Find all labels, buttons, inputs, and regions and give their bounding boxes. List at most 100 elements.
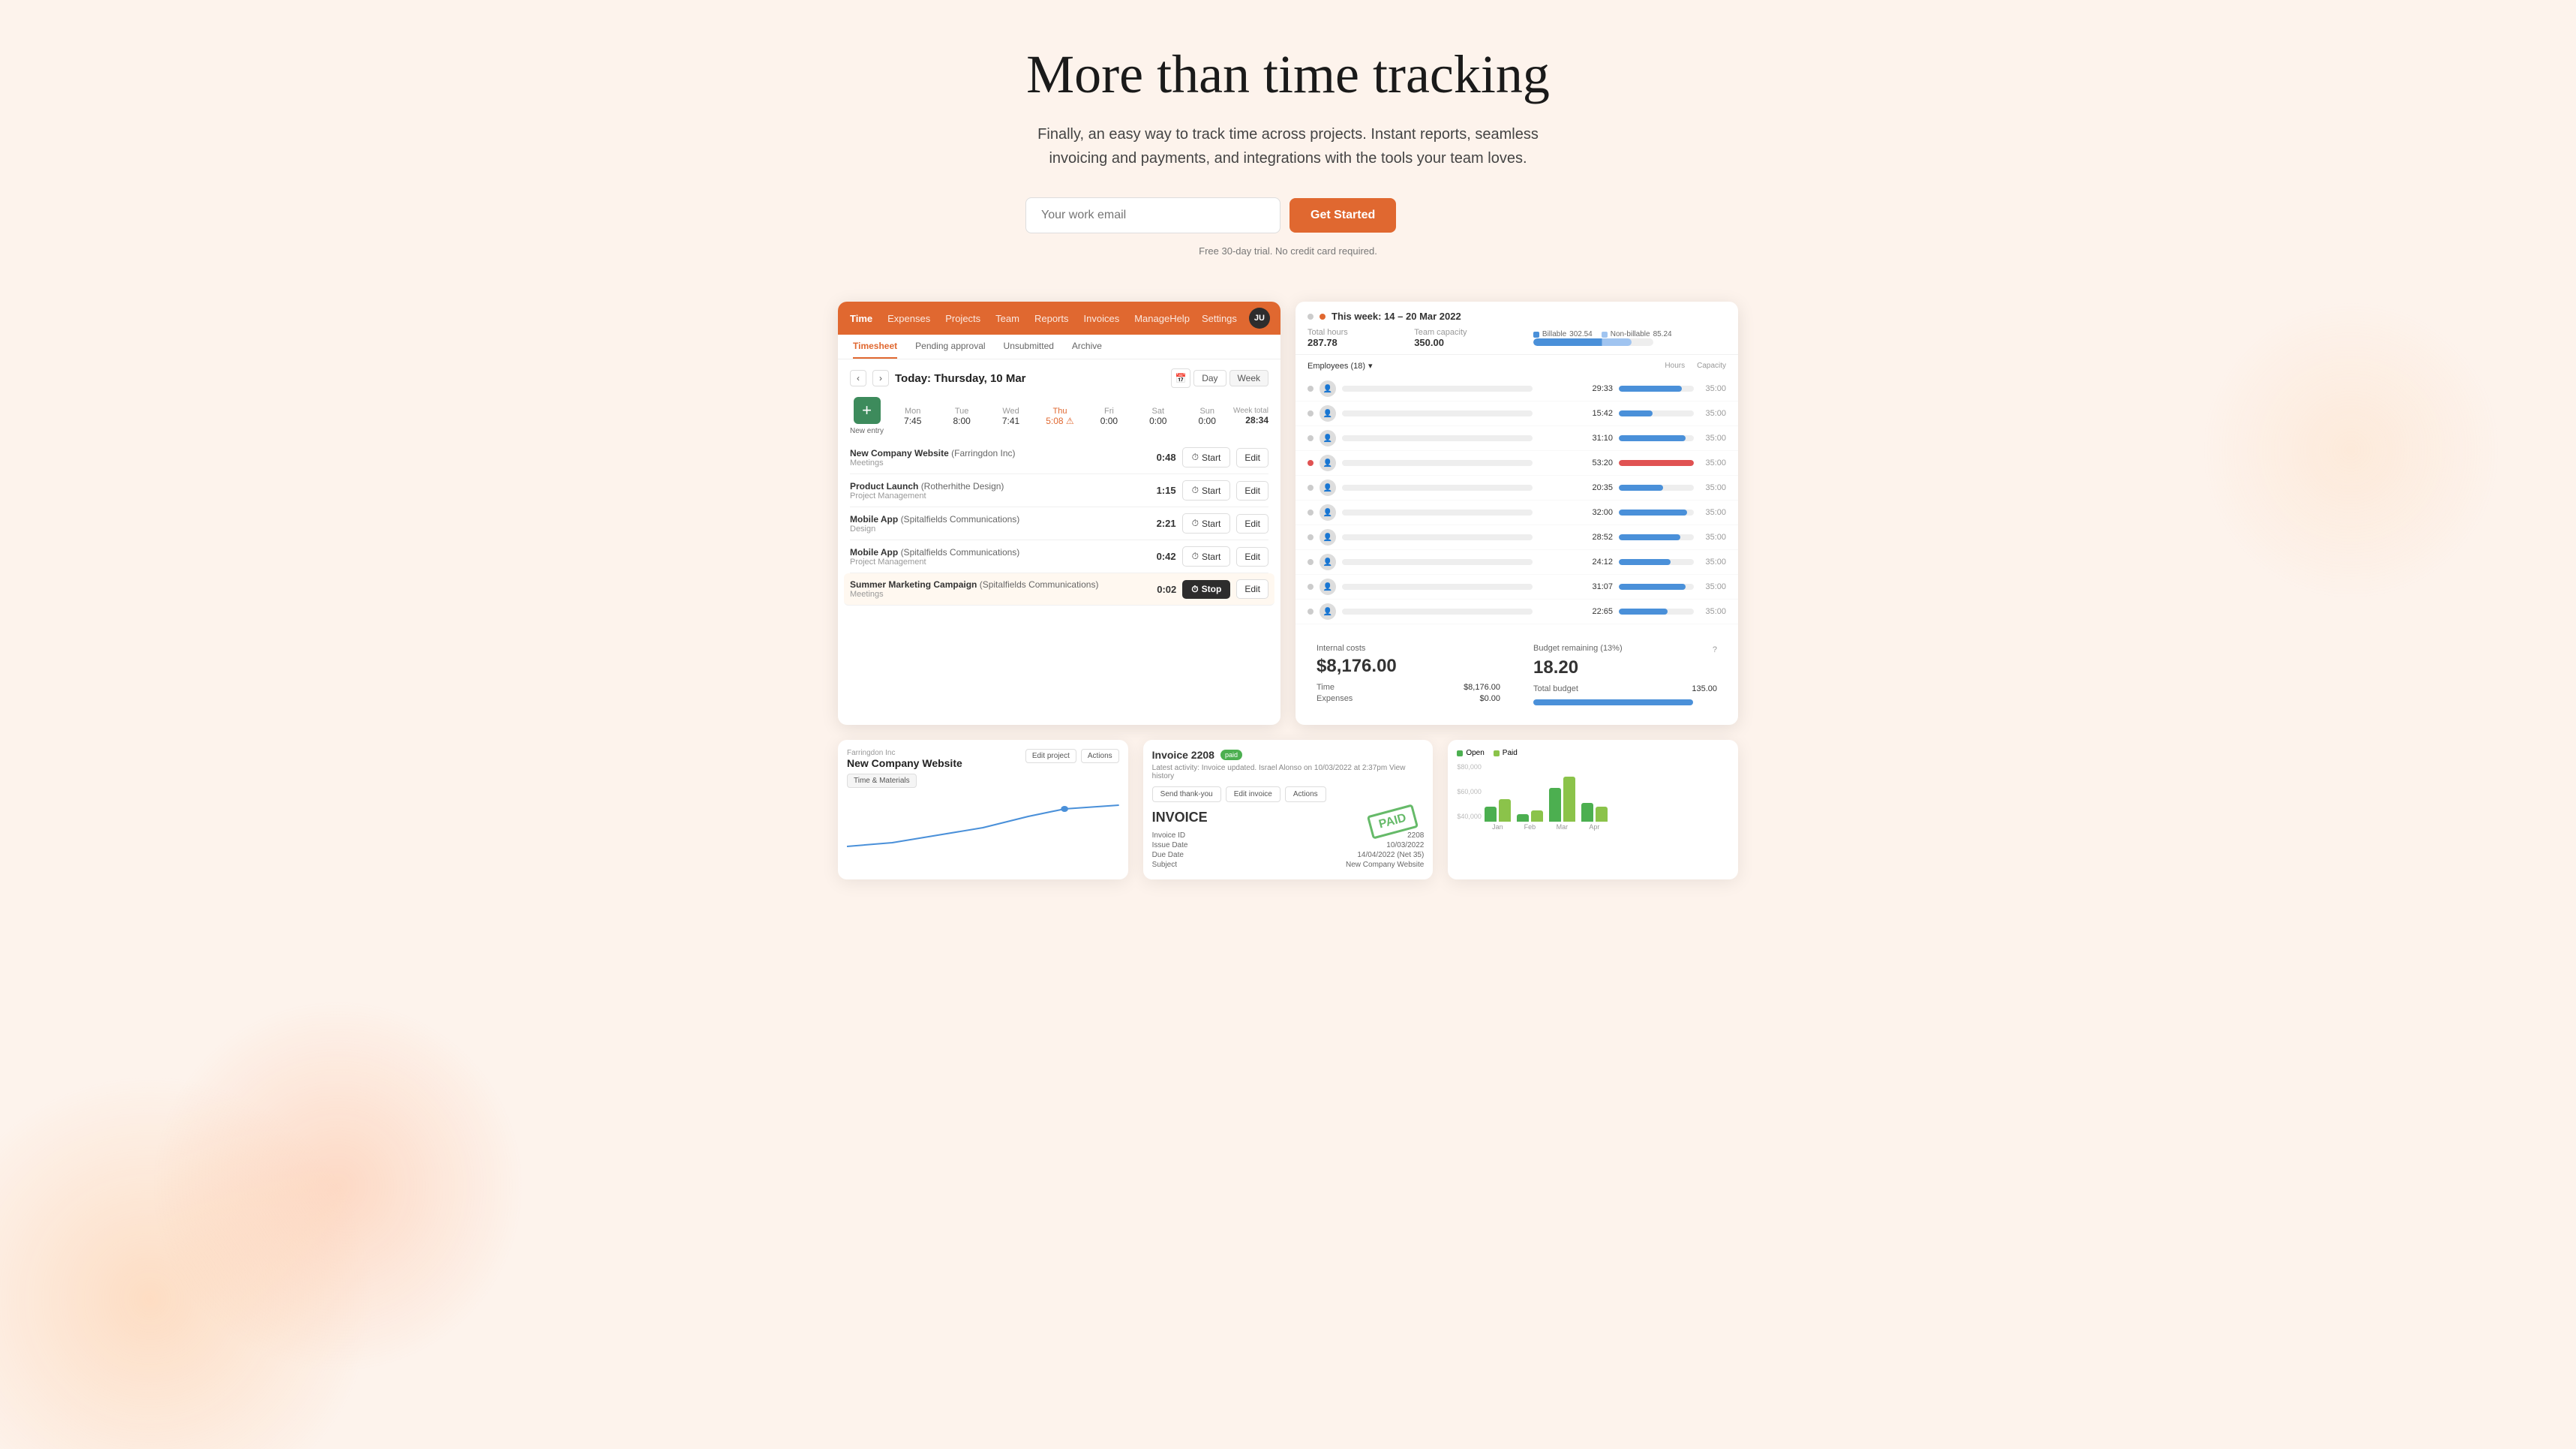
edit-button-2[interactable]: Edit: [1236, 481, 1268, 501]
entry-project-3: Mobile App (Spitalfields Communications): [850, 514, 1140, 525]
project-mini-card: Farringdon Inc New Company Website Edit …: [838, 740, 1128, 879]
nav-time[interactable]: Time: [850, 313, 872, 324]
day-sat-name: Sat: [1135, 407, 1181, 416]
nav-reports[interactable]: Reports: [1034, 313, 1069, 324]
emp-capacity: 35:00: [1700, 434, 1726, 443]
capacity-fill: [1533, 338, 1632, 346]
day-sat-hours: 0:00: [1135, 416, 1181, 426]
capacity-header: This week: 14 – 20 Mar 2022 Total hours …: [1296, 302, 1738, 355]
emp-dot: [1308, 609, 1314, 615]
tab-pending[interactable]: Pending approval: [915, 341, 985, 359]
help-icon[interactable]: ?: [1713, 645, 1717, 654]
emp-avatar: 👤: [1320, 529, 1336, 546]
employee-list: 👤 29:33 35:00 👤 15:42 35:00: [1296, 377, 1738, 624]
project-card-header: Farringdon Inc New Company Website Edit …: [847, 749, 1119, 769]
actions-button[interactable]: Actions: [1081, 749, 1119, 763]
nav-help[interactable]: Help: [1169, 313, 1190, 324]
invoice-number: Invoice 2208: [1152, 749, 1214, 761]
employees-dropdown[interactable]: Employees (18) ▾: [1308, 361, 1373, 371]
hero-section: More than time tracking Finally, an easy…: [1025, 45, 1551, 257]
nav-settings[interactable]: Settings: [1202, 313, 1237, 324]
week-view-btn[interactable]: Week: [1229, 370, 1268, 386]
week-total-hours: 28:34: [1233, 415, 1268, 425]
list-item: 👤 31:10 35:00: [1296, 426, 1738, 451]
nav-manage[interactable]: Manage: [1134, 313, 1169, 324]
bar-label-mar: Mar: [1557, 823, 1569, 831]
list-item: 👤 15:42 35:00: [1296, 401, 1738, 426]
time-entries: New Company Website (Farringdon Inc) Mee…: [850, 441, 1268, 606]
emp-hours: 31:07: [1587, 582, 1613, 591]
time-label: Time: [1317, 683, 1335, 692]
emp-name-bar: [1342, 485, 1581, 491]
emp-capacity: 35:00: [1700, 384, 1726, 393]
tab-unsubmitted[interactable]: Unsubmitted: [1004, 341, 1054, 359]
emp-progress: [1619, 584, 1694, 590]
time-row: Time $8,176.00: [1317, 683, 1500, 692]
new-entry-label: New entry: [850, 427, 884, 435]
emp-progress: [1619, 534, 1694, 540]
nav-expenses[interactable]: Expenses: [887, 313, 930, 324]
next-arrow[interactable]: ›: [872, 370, 889, 386]
nav-invoices[interactable]: Invoices: [1084, 313, 1120, 324]
total-hours-value: 287.78: [1308, 337, 1338, 348]
entry-project-4: Mobile App (Spitalfields Communications): [850, 547, 1140, 558]
tab-archive[interactable]: Archive: [1072, 341, 1102, 359]
list-item: 👤 32:00 35:00: [1296, 501, 1738, 525]
avatar[interactable]: JU: [1249, 308, 1270, 329]
calendar-icon[interactable]: 📅: [1171, 368, 1190, 388]
start-button-3[interactable]: ⏱ Start: [1182, 513, 1231, 534]
edit-button-5[interactable]: Edit: [1236, 579, 1268, 599]
bar-open: [1549, 788, 1561, 822]
emp-capacity: 35:00: [1700, 607, 1726, 616]
edit-button-4[interactable]: Edit: [1236, 547, 1268, 567]
start-button-1[interactable]: ⏱ Start: [1182, 447, 1231, 467]
col-headers: Hours Capacity: [1665, 362, 1726, 370]
table-row: Mobile App (Spitalfields Communications)…: [850, 540, 1268, 573]
entry-category-1: Meetings: [850, 458, 1140, 467]
nav-projects[interactable]: Projects: [945, 313, 980, 324]
legend-non-billable: Non-billable 85.24: [1602, 330, 1672, 338]
edit-button-3[interactable]: Edit: [1236, 514, 1268, 534]
nav-team[interactable]: Team: [995, 313, 1019, 324]
bar-label-feb: Feb: [1524, 823, 1536, 831]
new-entry-button[interactable]: +: [854, 397, 881, 424]
date-title: Today: Thursday, 10 Mar: [895, 372, 1026, 385]
start-button-2[interactable]: ⏱ Start: [1182, 480, 1231, 501]
emp-hours: 20:35: [1587, 483, 1613, 492]
emp-avatar: 👤: [1320, 554, 1336, 570]
time-materials-tab[interactable]: Time & Materials: [847, 774, 917, 788]
tab-timesheet[interactable]: Timesheet: [853, 341, 897, 359]
days-week-row: + New entry Mon 7:45 Tue 8:00 W: [850, 397, 1268, 435]
total-budget-value: 135.00: [1692, 684, 1717, 693]
list-item: 👤 31:07 35:00: [1296, 575, 1738, 600]
bar-group-feb: [1517, 810, 1543, 822]
send-thankyou-button[interactable]: Send thank-you: [1152, 786, 1221, 802]
internal-costs-label: Internal costs: [1317, 644, 1500, 653]
invoice-actions-button[interactable]: Actions: [1285, 786, 1326, 802]
expenses-label: Expenses: [1317, 694, 1353, 703]
app-nav: Time Expenses Projects Team Reports Invo…: [838, 302, 1280, 335]
edit-invoice-button[interactable]: Edit invoice: [1226, 786, 1280, 802]
bar-chart-container: $80,000 $60,000 $40,000 Jan: [1457, 763, 1729, 831]
get-started-button[interactable]: Get Started: [1290, 198, 1396, 233]
bar-paid: [1499, 799, 1511, 822]
issue-date-value: 10/03/2022: [1386, 841, 1424, 849]
emp-name-bar: [1342, 584, 1581, 590]
bar-open: [1517, 814, 1529, 822]
budget-label: Budget remaining (13%): [1533, 644, 1623, 653]
day-view-btn[interactable]: Day: [1193, 370, 1226, 386]
entry-project-5: Summer Marketing Campaign (Spitalfields …: [850, 579, 1140, 590]
prev-arrow[interactable]: ‹: [850, 370, 866, 386]
stop-button[interactable]: ⏱ Stop: [1182, 580, 1230, 599]
invoice-details: Invoice ID 2208 Issue Date 10/03/2022 Du…: [1152, 831, 1425, 869]
non-billable-value: 85.24: [1653, 330, 1672, 338]
team-capacity-value: 350.00: [1414, 337, 1444, 348]
day-fri-name: Fri: [1086, 407, 1132, 416]
start-button-4[interactable]: ⏱ Start: [1182, 546, 1231, 567]
email-input[interactable]: [1025, 197, 1280, 233]
edit-button-1[interactable]: Edit: [1236, 448, 1268, 467]
internal-costs-value: $8,176.00: [1317, 656, 1500, 677]
clock-icon: ⏱: [1192, 452, 1199, 463]
edit-project-button[interactable]: Edit project: [1025, 749, 1076, 763]
clock-icon: ⏱: [1192, 551, 1199, 562]
